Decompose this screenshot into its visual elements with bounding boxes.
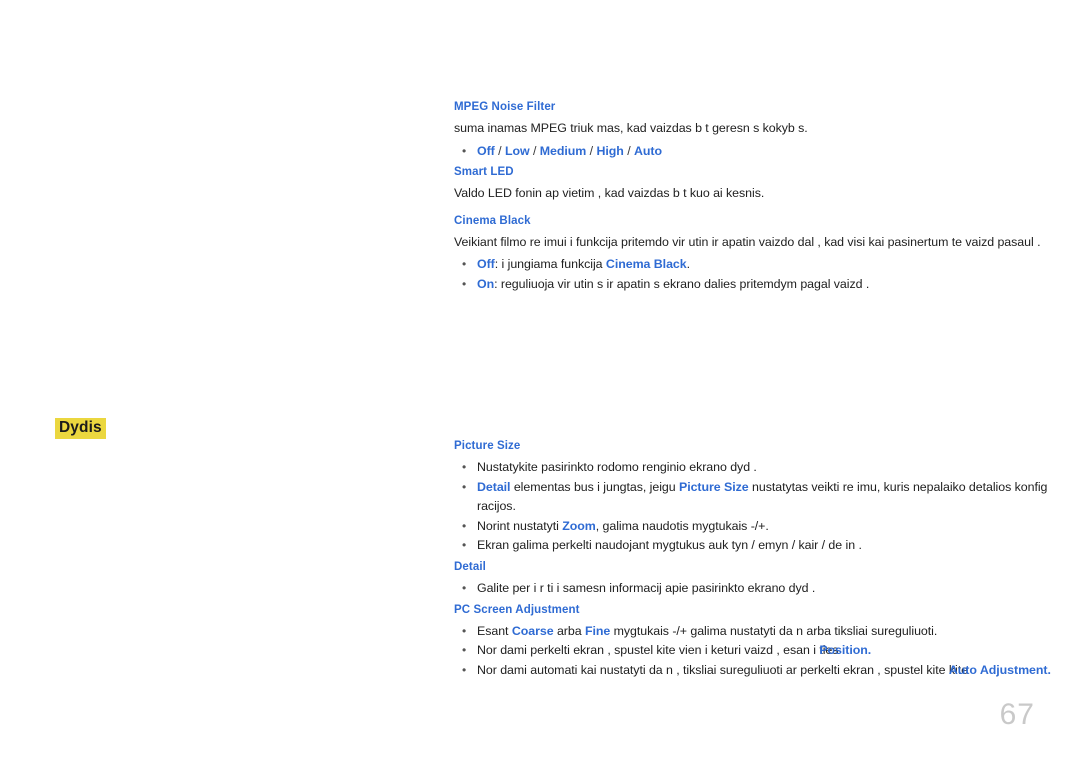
bullet-text: Nor dami perkelti ekran , spustel kite v… [477, 643, 820, 658]
section-smart-led: Smart LED Valdo LED fonin ap vietim , ka… [454, 164, 1054, 204]
bullet-icon: • [462, 479, 467, 494]
bullet-icon: • [462, 643, 467, 658]
section-heading: Smart LED [454, 166, 514, 179]
list-item: • Norint nustatyti Zoom, galima naudotis… [454, 517, 1054, 537]
value-on: On [477, 276, 495, 291]
option-low: Low [504, 143, 530, 158]
section-picture-size: Picture Size • Nustatykite pasirinkto ro… [454, 438, 1054, 556]
list-item: • Ekran galima perkelti naudojant mygtuk… [454, 536, 1054, 556]
section-paragraph: Valdo LED fonin ap vietim , kad vaizdas … [454, 186, 765, 201]
bullet-icon: • [462, 580, 467, 595]
overlapping-text-artifact: ties Position [819, 641, 868, 661]
bullet-text-tail: . [867, 643, 872, 658]
option-medium: Medium [539, 143, 587, 158]
section-mpeg-noise-filter: MPEG Noise Filter suma inamas MPEG triuk… [454, 99, 1054, 161]
list-item: • On: reguliuoja vir utin s ir apatin s … [454, 275, 1054, 295]
bullet-text-tail: . [686, 257, 690, 272]
bullet-icon: • [462, 518, 467, 533]
link-cinema-black: Cinema Black [605, 257, 687, 272]
bullet-icon: • [462, 276, 467, 291]
options-list: • Off / Low / Medium / High / Auto [454, 142, 1054, 162]
option-separator: / [529, 143, 540, 158]
bullet-icon: • [462, 257, 467, 272]
section-heading: Cinema Black [454, 214, 531, 227]
link-fine: Fine [584, 623, 611, 638]
link-detail: Detail [477, 479, 511, 494]
bullet-text: Norint nustatyti [477, 518, 563, 533]
bullet-text: : i jungiama funkcija [494, 257, 606, 272]
bullet-text: Esant [477, 623, 512, 638]
bullet-icon: • [462, 623, 467, 638]
pc-screen-adjustment-list: • Esant Coarse arba Fine mygtukais -/+ g… [454, 622, 1054, 681]
list-item: • Off / Low / Medium / High / Auto [454, 142, 1054, 162]
link-auto-adjustment: Auto Adjustment [948, 662, 1048, 677]
bullet-text-tail: , galima naudotis mygtukais -/+. [595, 518, 769, 533]
option-off: Off [477, 143, 495, 158]
section-heading: PC Screen Adjustment [454, 603, 580, 616]
option-separator: / [623, 143, 634, 158]
picture-size-list: • Nustatykite pasirinkto rodomo renginio… [454, 458, 1054, 556]
link-position: Position [819, 643, 868, 658]
bullet-text: elementas bus i jungtas, jeigu [510, 479, 679, 494]
section-heading: Detail [454, 560, 486, 573]
bullet-text: Galite per i r ti i samesn informacij ap… [477, 580, 816, 595]
content-column: MPEG Noise Filter suma inamas MPEG triuk… [454, 99, 1054, 294]
section-paragraph: Veikiant filmo re imui i funkcija pritem… [454, 234, 1041, 249]
list-item: • Galite per i r ti i samesn informacij … [454, 579, 1054, 599]
overlapping-text-artifact: kite Auto Adjustment [949, 661, 1048, 681]
bullet-text: Nustatykite pasirinkto rodomo renginio e… [477, 460, 757, 474]
option-separator: / [494, 143, 505, 158]
manual-page: Dydis MPEG Noise Filter suma inamas MPEG… [0, 0, 1080, 763]
margin-label-dydis: Dydis [55, 418, 106, 440]
margin-column: Dydis [55, 418, 435, 440]
bullet-text-tail: . [1047, 662, 1051, 677]
bullet-text: Ekran galima perkelti naudojant mygtukus… [477, 538, 862, 553]
bullet-icon: • [462, 538, 467, 553]
link-picture-size: Picture Size [678, 479, 749, 494]
section-heading: Picture Size [454, 440, 521, 452]
bullet-text: : reguliuoja vir utin s ir apatin s ekra… [494, 276, 870, 291]
list-item: • Nor dami automati kai nustatyti da n ,… [454, 661, 1054, 681]
list-item: • Off: i jungiama funkcija Cinema Black. [454, 255, 1054, 275]
bullet-text: arba [553, 623, 585, 638]
option-separator: / [586, 143, 597, 158]
list-item: • Esant Coarse arba Fine mygtukais -/+ g… [454, 622, 1054, 642]
cinema-black-list: • Off: i jungiama funkcija Cinema Black.… [454, 255, 1054, 294]
bullet-icon: • [462, 143, 467, 158]
section-paragraph: suma inamas MPEG triuk mas, kad vaizdas … [454, 121, 808, 135]
section-cinema-black: Cinema Black Veikiant filmo re imui i fu… [454, 213, 1054, 295]
bullet-text: Nor dami automati kai nustatyti da n , t… [477, 662, 949, 677]
list-item: • Nor dami perkelti ekran , spustel kite… [454, 641, 1054, 661]
bullet-text-tail: mygtukais -/+ galima nustatyti da n arba… [610, 623, 938, 638]
option-high: High [596, 143, 624, 158]
list-item: • Detail elementas bus i jungtas, jeigu … [454, 478, 1054, 517]
section-heading: MPEG Noise Filter [454, 101, 556, 113]
page-number: 67 [999, 698, 1035, 731]
option-auto: Auto [633, 143, 662, 158]
section-pc-screen-adjustment: PC Screen Adjustment • Esant Coarse arba… [454, 602, 1054, 681]
content-column-lower: Picture Size • Nustatykite pasirinkto ro… [454, 438, 1054, 680]
detail-list: • Galite per i r ti i samesn informacij … [454, 579, 1054, 599]
value-off: Off [477, 257, 495, 272]
link-coarse: Coarse [511, 623, 554, 638]
list-item: • Nustatykite pasirinkto rodomo renginio… [454, 458, 1054, 478]
section-detail: Detail • Galite per i r ti i samesn info… [454, 559, 1054, 599]
bullet-icon: • [462, 662, 467, 677]
link-zoom: Zoom [562, 518, 596, 533]
bullet-icon: • [462, 460, 467, 474]
